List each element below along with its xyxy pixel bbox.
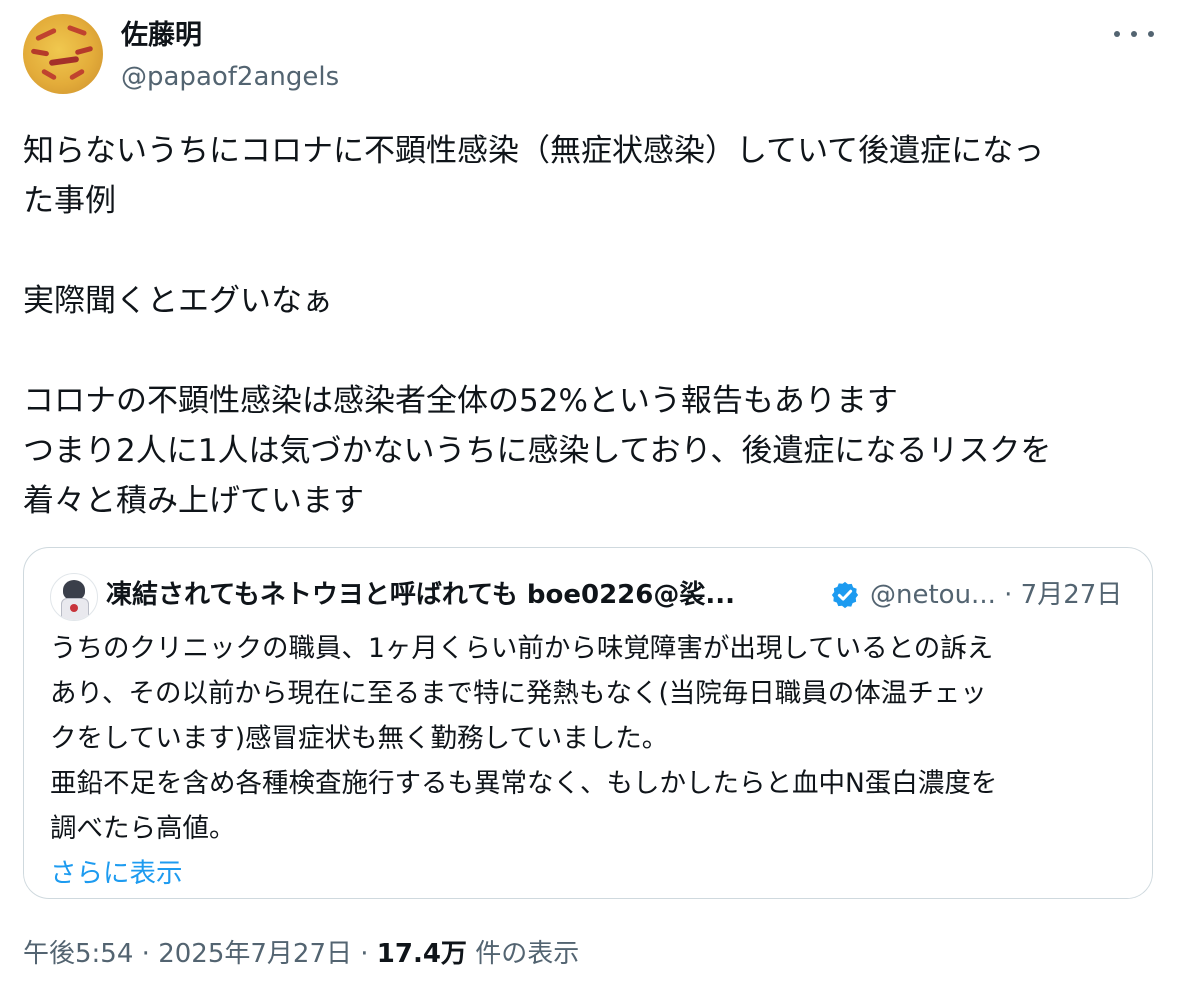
tweet-line: コロナの不顕性感染は感染者全体の52%という報告もあります <box>23 383 898 419</box>
quoted-line: クをしています)感冒症状も無く勤務していました。 <box>50 723 669 754</box>
more-options-icon[interactable] <box>1114 20 1154 48</box>
quoted-tweet-card[interactable]: 凍結されてもネトウヨと呼ばれても boe0226@裟... @netou... … <box>23 547 1153 899</box>
tweet-line: た事例 <box>23 183 116 219</box>
views-count[interactable]: 17.4万 <box>377 939 467 969</box>
quoted-line: 調べたら高値。 <box>50 813 236 844</box>
dot <box>1148 31 1154 37</box>
verified-badge-icon <box>831 581 859 609</box>
tweet-line: 着々と積み上げています <box>23 483 364 519</box>
tweet-time[interactable]: 午後5:54 <box>23 939 133 969</box>
quoted-author-handle: @netou... <box>870 580 996 610</box>
views-label: 件の表示 <box>475 939 580 969</box>
quoted-line: うちのクリニックの職員、1ヶ月くらい前から味覚障害が出現しているとの訴え <box>50 633 994 664</box>
author-avatar[interactable] <box>23 14 103 94</box>
tweet-line: 実際聞くとエグいなぁ <box>23 283 333 319</box>
tweet-line: 知らないうちにコロナに不顕性感染（無症状感染）していて後遺症になっ <box>23 133 1045 169</box>
quoted-line: 亜鉛不足を含め各種検査施行するも異常なく、もしかしたらと血中N蛋白濃度を <box>50 768 998 799</box>
quoted-tweet-date: · 7月27日 <box>1004 580 1123 610</box>
quoted-author-avatar <box>50 573 98 621</box>
separator: · <box>360 939 377 969</box>
author-handle[interactable]: @papaof2angels <box>121 60 339 94</box>
tweet-date[interactable]: 2025年7月27日 <box>158 939 352 969</box>
separator: · <box>141 939 159 969</box>
dot <box>1131 31 1137 37</box>
quoted-author-handle-date: @netou... · 7月27日 <box>870 578 1122 612</box>
tweet-line: つまり2人に1人は気づかないうちに感染しており、後遺症になるリスクを <box>23 433 1052 469</box>
quoted-author-name: 凍結されてもネトウヨと呼ばれても boe0226@裟... <box>106 580 735 610</box>
quoted-line: あり、その以前から現在に至るまで特に発熱もなく(当院毎日職員の体温チェッ <box>50 678 987 709</box>
show-more-link[interactable]: さらに表示 <box>50 851 1135 896</box>
tweet-metadata: 午後5:54 · 2025年7月27日 · 17.4万 件の表示 <box>23 934 579 974</box>
quoted-tweet-text: うちのクリニックの職員、1ヶ月くらい前から味覚障害が出現しているとの訴え あり、… <box>50 626 1135 896</box>
author-display-name[interactable]: 佐藤明 <box>121 19 202 53</box>
dot <box>1114 31 1120 37</box>
tweet-text: 知らないうちにコロナに不顕性感染（無症状感染）していて後遺症になっ た事例 実際… <box>23 126 1163 526</box>
